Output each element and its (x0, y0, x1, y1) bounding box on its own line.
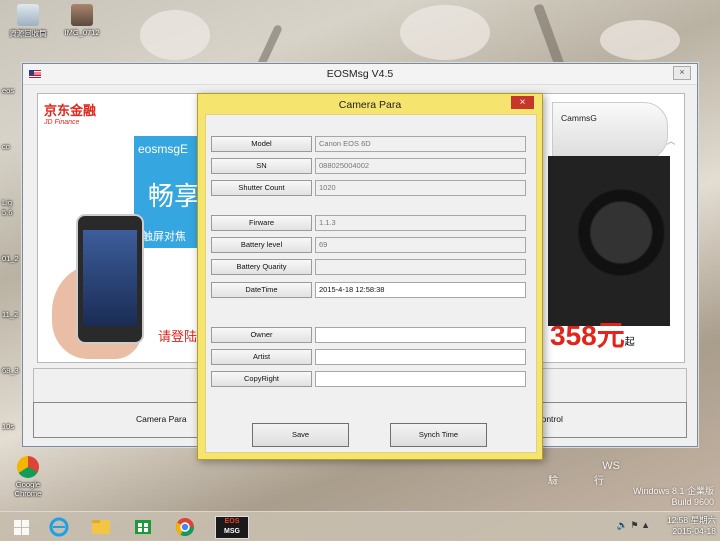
msg-label: MSG (224, 528, 240, 535)
shutter-count-label: Shutter Count (211, 180, 312, 196)
taskbar-eosmsg[interactable]: EOS MSG (212, 515, 249, 539)
datetime-label: DateTime (211, 282, 312, 298)
desktop-icon-label: Google Chrome (14, 480, 42, 498)
banner-scroll-up-icon[interactable]: ︿ (666, 134, 676, 146)
save-button[interactable]: Save (252, 423, 349, 447)
camera-price: 358元起 (550, 314, 635, 354)
sn-field: 088025004002 (315, 158, 526, 174)
background-blossom (140, 10, 210, 60)
camera-body-image (548, 156, 670, 326)
jd-logo-text: 京东金融 (44, 103, 97, 118)
desktop-icon-label: 資源回收筒 (9, 29, 47, 38)
desktop-edge-label: 5.6 (2, 208, 13, 217)
watermark-partial: WS (602, 460, 620, 472)
recycle-bin-icon (17, 4, 39, 26)
owner-input[interactable] (315, 327, 526, 343)
store-icon (135, 520, 151, 534)
taskbar-clock[interactable]: 12:58 星期六 2015-04-18 (667, 515, 716, 537)
taskbar-store[interactable] (128, 515, 158, 538)
price-suffix: 起 (624, 337, 635, 348)
eosmsg-app-icon: EOS MSG (215, 516, 249, 539)
desktop-edge-label: co (2, 142, 10, 151)
firmware-label: Firware (211, 215, 312, 231)
background-blossom (400, 5, 490, 60)
model-label: Model (211, 136, 312, 152)
eos-label: EOS (224, 518, 240, 525)
desktop-edge-label: 10s (2, 422, 15, 431)
battery-quality-label: Battery Quarity (211, 259, 312, 275)
jd-finance-logo: 京东金融 JD Finance (44, 100, 96, 126)
windows-build-watermark: Build 9600 (671, 497, 714, 507)
price-value: 358元 (550, 320, 625, 351)
dialog-close-button[interactable]: × (511, 96, 534, 109)
shutter-count-field: 1020 (315, 180, 526, 196)
camsg-brand: CammsG (561, 113, 597, 123)
clock-date: 2015-04-18 (672, 526, 716, 536)
camera-para-button[interactable]: Camera Para (136, 404, 187, 434)
battery-level-field: 69 (315, 237, 526, 253)
main-titlebar[interactable]: EOSMsg V4.5 × (23, 64, 697, 85)
clock-time: 12:58 星期六 (666, 515, 716, 525)
taskbar-file-explorer[interactable] (86, 515, 116, 538)
watermark-partial: 驗 (548, 476, 558, 487)
desktop-icon-chrome[interactable]: Google Chrome (2, 456, 54, 498)
dialog-title: Camera Para (338, 99, 402, 111)
chrome-icon (176, 518, 194, 537)
promo-login-text: 请登陆 (158, 329, 198, 344)
taskbar: EOS MSG 🔊 ⚑ ▲ 12:58 星期六 2015-04-18 (0, 511, 720, 541)
desktop-edge-label: eos (2, 86, 15, 95)
start-button[interactable] (6, 515, 36, 538)
desktop-icon-image-file[interactable]: IMG_0712 (56, 4, 108, 37)
desktop-edge-label: 68_3 (2, 366, 19, 375)
background-blossom (600, 20, 680, 60)
chrome-icon (17, 456, 39, 478)
desktop-edge-label: 11_2 (2, 310, 19, 319)
firmware-field: 1.1.3 (315, 215, 526, 231)
promo-text-enjoy: 畅享 (148, 181, 201, 211)
battery-level-label: Battery level (211, 237, 312, 253)
camera-para-dialog: Camera Para × Model Canon EOS 6D SN 0880… (197, 93, 543, 460)
jd-logo-sub: JD Finance (44, 119, 80, 126)
windows-edition-watermark: Windows 8.1 企業版 (632, 486, 714, 496)
main-close-button[interactable]: × (673, 66, 691, 80)
desktop-icon-label: IMG_0712 (64, 28, 100, 37)
main-window-title: EOSMsg V4.5 (326, 68, 394, 80)
desktop-edge-label: Lig (2, 198, 13, 207)
camera-ad-image: CammsG 358元起 (548, 102, 670, 358)
phone-image (76, 214, 144, 344)
taskbar-internet-explorer[interactable] (44, 515, 74, 538)
datetime-input[interactable]: 2015-4-18 12:58:38 (315, 282, 526, 298)
folder-icon (92, 520, 110, 534)
desktop-edge-label: 01_2 (2, 254, 19, 263)
promo-text-eosmsg: eosmsgE (138, 142, 189, 156)
dialog-body: Model Canon EOS 6D SN 088025004002 Shutt… (205, 114, 537, 453)
camsg-device-image: CammsG (552, 102, 668, 160)
artist-input[interactable] (315, 349, 526, 365)
phone-screen (83, 230, 137, 326)
watermark-partial: 行 (594, 476, 604, 487)
owner-label: Owner (211, 327, 312, 343)
system-tray-icons[interactable]: 🔊 ⚑ ▲ (617, 520, 650, 531)
taskbar-chrome[interactable] (170, 515, 200, 538)
copyright-input[interactable] (315, 371, 526, 387)
artist-label: Artist (211, 349, 312, 365)
internet-explorer-icon (49, 517, 69, 537)
sn-label: SN (211, 158, 312, 174)
synch-time-button[interactable]: Synch Time (390, 423, 487, 447)
model-field: Canon EOS 6D (315, 136, 526, 152)
desktop-icon-recycle-bin[interactable]: 資源回收筒 (2, 4, 54, 39)
image-file-icon (71, 4, 93, 26)
copyright-label: CopyRight (211, 371, 312, 387)
promo-text-touch-focus: 触屏对焦 (142, 231, 186, 243)
battery-quality-field (315, 259, 526, 275)
